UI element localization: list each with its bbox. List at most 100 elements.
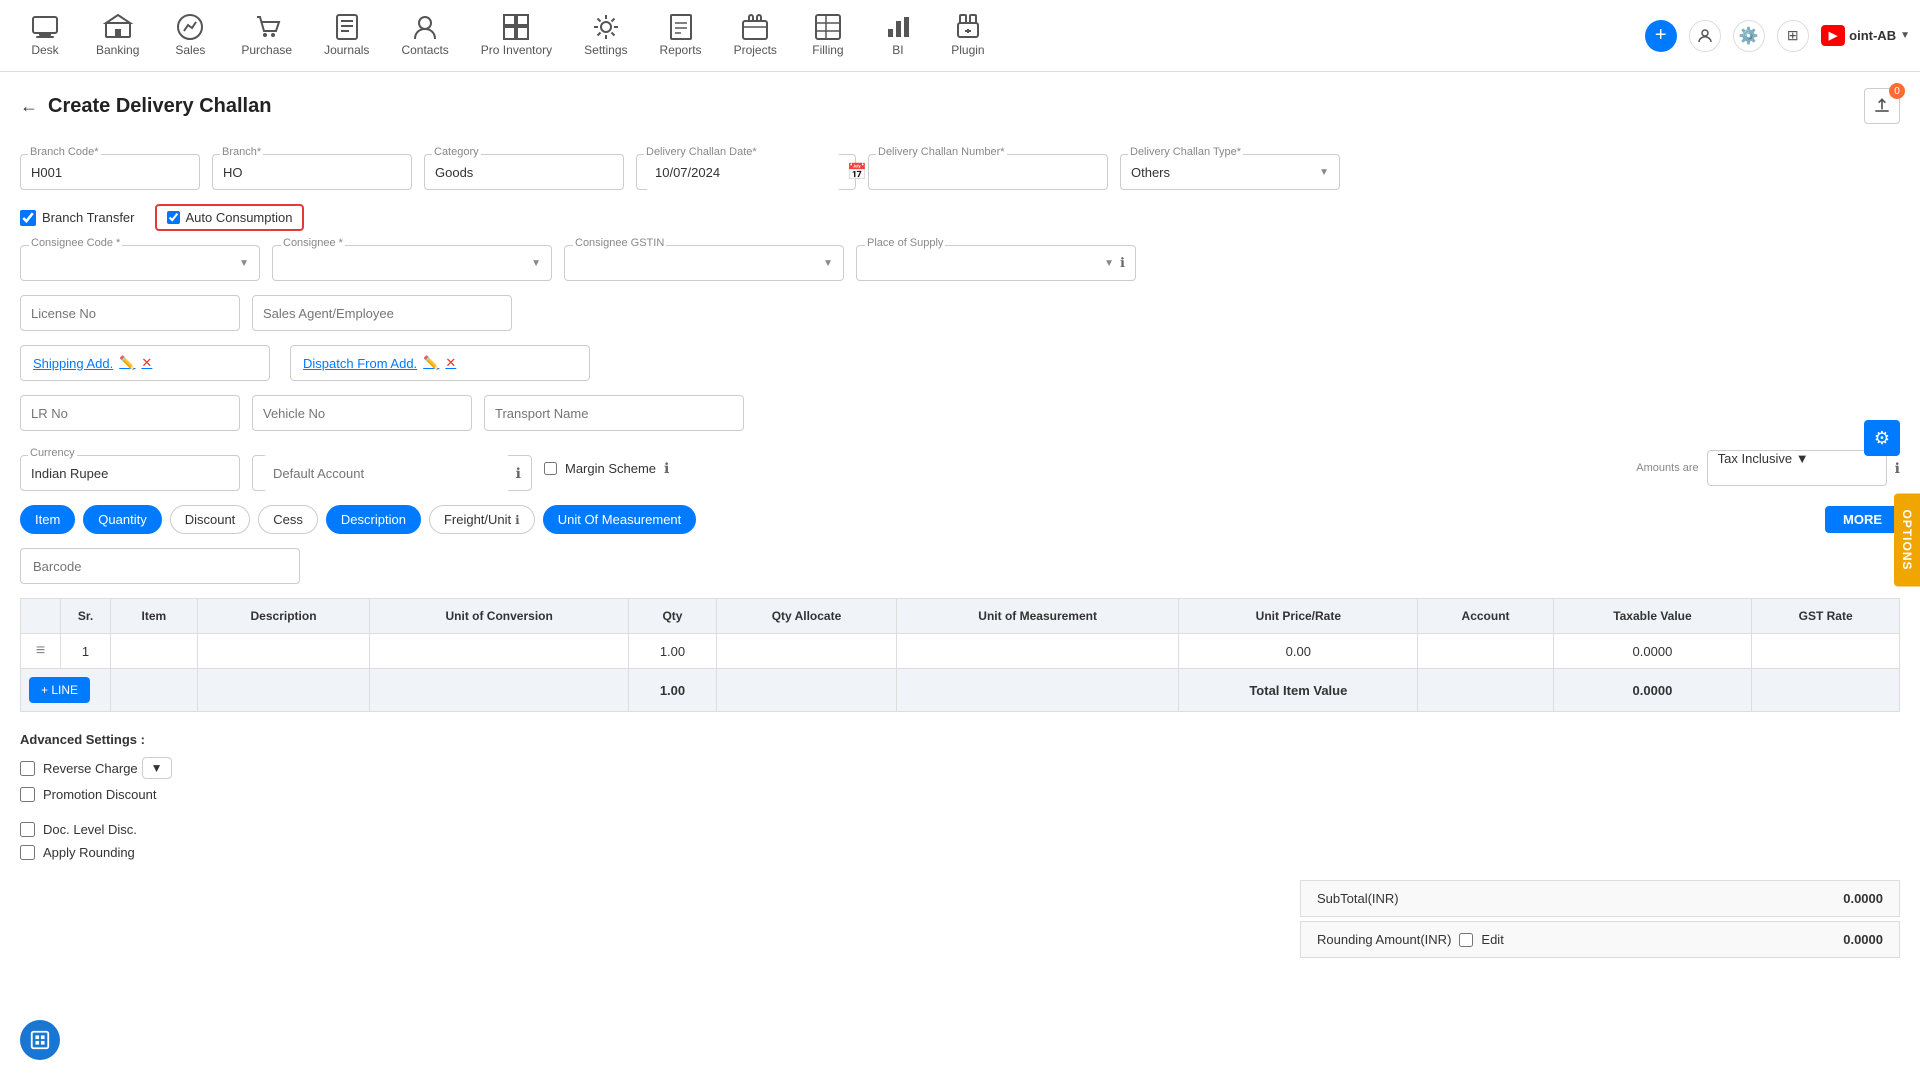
challan-number-input[interactable] <box>868 154 1108 190</box>
amounts-are-label: Amounts are <box>1636 462 1698 474</box>
nav-sales[interactable]: Sales <box>155 0 225 72</box>
tag-uom-button[interactable]: Unit Of Measurement <box>543 505 697 534</box>
consignee-gstin-arrow: ▼ <box>823 258 833 269</box>
lr-no-input[interactable] <box>20 395 240 431</box>
row-qty[interactable]: 1.00 <box>628 634 716 669</box>
barcode-input[interactable] <box>20 548 300 584</box>
col-account: Account <box>1418 599 1553 634</box>
sales-agent-input[interactable] <box>252 295 512 331</box>
tag-item-button[interactable]: Item <box>20 505 75 534</box>
nav-reports[interactable]: Reports <box>644 0 718 72</box>
dispatch-add-label: Dispatch From Add. <box>303 356 417 371</box>
auto-consumption-checkbox[interactable] <box>167 211 180 224</box>
nav-desk[interactable]: Desk <box>10 0 80 72</box>
row-gst-rate[interactable] <box>1752 634 1900 669</box>
dispatch-add-button[interactable]: Dispatch From Add. ✏️ ✕ <box>303 355 456 371</box>
rounding-edit-checkbox[interactable] <box>1459 933 1473 947</box>
row-qty-allocate[interactable] <box>716 634 896 669</box>
branch-transfer-checkbox[interactable] <box>20 210 36 226</box>
col-uom: Unit of Measurement <box>897 599 1179 634</box>
row-description[interactable] <box>197 634 370 669</box>
tag-discount-button[interactable]: Discount <box>170 505 251 534</box>
apply-rounding-checkbox[interactable] <box>20 845 35 860</box>
place-of-supply-field[interactable]: Place of Supply ▼ ℹ <box>856 245 1136 281</box>
nav-pro-inventory[interactable]: Pro Inventory <box>465 0 568 72</box>
user-settings-button[interactable] <box>1689 20 1721 52</box>
total-empty-4 <box>716 669 896 712</box>
shipping-edit-icon[interactable]: ✏️ <box>119 355 135 371</box>
nav-filling[interactable]: Filling <box>793 0 863 72</box>
delivery-date-input[interactable] <box>645 154 841 190</box>
amounts-are-info-icon[interactable]: ℹ <box>1895 460 1900 477</box>
tag-freight-button[interactable]: Freight/Unit ℹ <box>429 505 535 534</box>
category-input[interactable]: Goods <box>424 154 624 190</box>
row-account[interactable] <box>1418 634 1553 669</box>
banking-icon <box>102 11 134 43</box>
vehicle-no-input[interactable] <box>252 395 472 431</box>
branch-transfer-item[interactable]: Branch Transfer <box>20 210 135 226</box>
nav-bi[interactable]: BI <box>863 0 933 72</box>
calendar-icon[interactable]: 📅 <box>847 162 867 182</box>
settings-gear-button[interactable]: ⚙️ <box>1733 20 1765 52</box>
challan-type-arrow: ▼ <box>1319 167 1329 178</box>
nav-purchase[interactable]: Purchase <box>225 0 308 72</box>
help-button[interactable] <box>20 1020 60 1060</box>
options-sidebar[interactable]: OPTIONS <box>1894 493 1920 586</box>
tag-cess-button[interactable]: Cess <box>258 505 318 534</box>
total-row: + LINE 1.00 Total Item Value 0.0000 <box>21 669 1900 712</box>
default-account-info-icon[interactable]: ℹ <box>516 465 521 482</box>
margin-scheme-checkbox[interactable] <box>544 462 557 475</box>
dispatch-delete-icon[interactable]: ✕ <box>445 355 456 371</box>
table-settings-cog[interactable]: ⚙ <box>1864 420 1900 456</box>
grid-view-button[interactable]: ⊞ <box>1777 20 1809 52</box>
dispatch-edit-icon[interactable]: ✏️ <box>423 355 439 371</box>
reverse-charge-checkbox[interactable] <box>20 761 35 776</box>
row-unit-conv[interactable] <box>370 634 629 669</box>
margin-scheme-info-icon[interactable]: ℹ <box>664 460 669 477</box>
default-account-input[interactable] <box>263 455 510 491</box>
currency-input[interactable] <box>20 455 240 491</box>
nav-contacts[interactable]: Contacts <box>385 0 464 72</box>
col-taxable-value: Taxable Value <box>1553 599 1752 634</box>
back-button[interactable]: ← <box>20 96 38 117</box>
tag-quantity-button[interactable]: Quantity <box>83 505 161 534</box>
shipping-delete-icon[interactable]: ✕ <box>141 355 152 371</box>
row-taxable-value[interactable]: 0.0000 <box>1553 634 1752 669</box>
tag-description-button[interactable]: Description <box>326 505 421 534</box>
add-line-button[interactable]: + LINE <box>29 677 90 703</box>
row-drag-handle[interactable]: ≡ <box>21 634 61 669</box>
row-uom[interactable] <box>897 634 1179 669</box>
challan-type-select[interactable]: Others ▼ <box>1120 154 1340 190</box>
upload-button[interactable]: 0 <box>1864 88 1900 124</box>
consignee-code-field[interactable]: Consignee Code * ▼ <box>20 245 260 281</box>
brand-name: oint-AB <box>1849 28 1896 43</box>
nav-journals[interactable]: Journals <box>308 0 385 72</box>
nav-settings[interactable]: Settings <box>568 0 643 72</box>
doc-level-section: Doc. Level Disc. Apply Rounding <box>20 822 1900 860</box>
row-unit-price[interactable]: 0.00 <box>1179 634 1418 669</box>
branch-input[interactable]: HO <box>212 154 412 190</box>
add-new-button[interactable]: + <box>1645 20 1677 52</box>
consignee-gstin-field[interactable]: Consignee GSTIN ▼ <box>564 245 844 281</box>
brand-dropdown-arrow[interactable]: ▼ <box>1900 30 1910 41</box>
row-item[interactable] <box>111 634 198 669</box>
license-no-input[interactable] <box>20 295 240 331</box>
amounts-are-select[interactable]: Tax Inclusive ▼ <box>1707 450 1887 486</box>
nav-projects[interactable]: Projects <box>718 0 793 72</box>
nav-plugin[interactable]: Plugin <box>933 0 1003 72</box>
more-button[interactable]: MORE <box>1825 506 1900 533</box>
main-content: ← Create Delivery Challan 0 Branch Code*… <box>0 72 1920 1080</box>
freight-info-icon[interactable]: ℹ <box>515 513 520 527</box>
doc-level-disc-checkbox[interactable] <box>20 822 35 837</box>
reverse-charge-dropdown[interactable]: ▼ <box>142 757 172 779</box>
col-qty: Qty <box>628 599 716 634</box>
place-of-supply-info-icon[interactable]: ℹ <box>1120 255 1125 271</box>
branch-code-input[interactable]: H001 <box>20 154 200 190</box>
transport-name-input[interactable] <box>484 395 744 431</box>
consignee-field[interactable]: Consignee * ▼ <box>272 245 552 281</box>
nav-banking[interactable]: Banking <box>80 0 155 72</box>
promotion-discount-checkbox[interactable] <box>20 787 35 802</box>
total-empty-5 <box>897 669 1179 712</box>
shipping-add-button[interactable]: Shipping Add. ✏️ ✕ <box>33 355 152 371</box>
reverse-charge-label: Reverse Charge <box>43 761 138 776</box>
